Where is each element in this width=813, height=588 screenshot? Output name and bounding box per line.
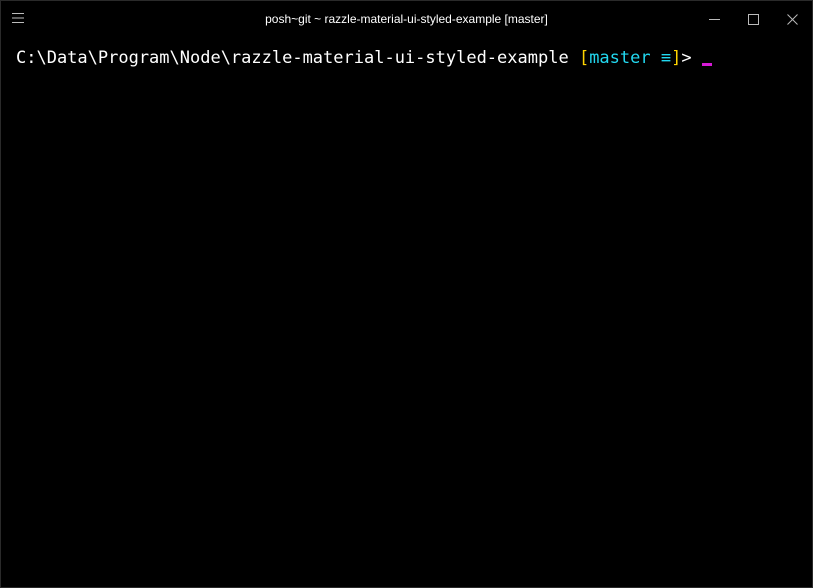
terminal-output[interactable]: C:\Data\Program\Node\razzle-material-ui-… (16, 47, 796, 577)
close-icon (787, 13, 798, 25)
hamburger-icon[interactable] (11, 11, 25, 25)
maximize-icon (748, 13, 759, 25)
minimize-icon (709, 18, 720, 20)
minimize-button[interactable] (695, 1, 734, 37)
text-cursor (701, 63, 712, 66)
window-controls (695, 1, 812, 37)
git-status: ≡ (660, 48, 672, 68)
prompt-bracket-close: ] (671, 48, 682, 68)
git-branch: master (589, 48, 651, 68)
maximize-button[interactable] (734, 1, 773, 37)
prompt-path: C:\Data\Program\Node\razzle-material-ui-… (16, 48, 569, 68)
title-bar[interactable]: posh~git ~ razzle-material-ui-styled-exa… (1, 1, 812, 37)
prompt-arrow: > (681, 48, 692, 68)
close-button[interactable] (773, 1, 812, 37)
window-title: posh~git ~ razzle-material-ui-styled-exa… (265, 12, 548, 26)
prompt-bracket-open: [ (578, 48, 590, 68)
terminal-window: posh~git ~ razzle-material-ui-styled-exa… (0, 0, 813, 588)
